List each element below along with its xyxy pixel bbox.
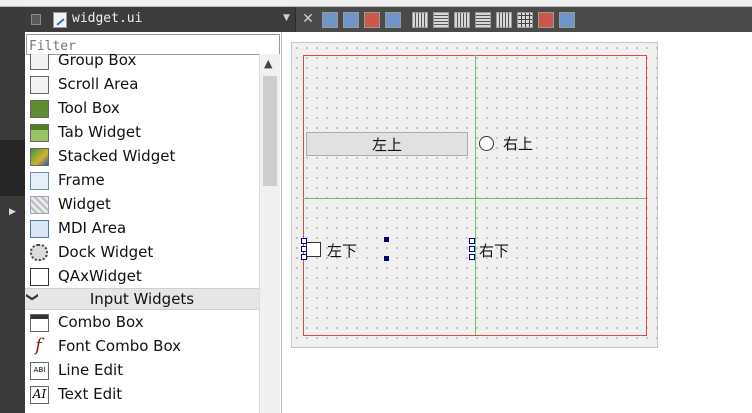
category-label: Input Widgets [89,290,195,308]
frame-icon [30,172,49,190]
list-item-qaxwidget[interactable]: QAxWidget [25,265,259,289]
scroll-area-icon [30,76,49,94]
filter-input[interactable] [27,38,271,55]
list-item-text-edit[interactable]: AI Text Edit [25,383,259,407]
qaxwidget-icon [30,268,49,286]
list-item-line-edit[interactable]: ABI Line Edit [25,359,259,383]
adjust-size-icon[interactable] [559,12,575,28]
edit-tab-order-icon[interactable] [385,12,401,28]
selection-handle[interactable] [301,254,307,260]
line-edit-icon: ABI [30,362,49,380]
layout-grid-icon[interactable] [517,12,533,28]
selection-handle[interactable] [469,254,475,260]
form-canvas[interactable]: 左上 右上 左下 右下 [291,42,658,348]
group-box-icon [30,54,49,70]
label-bottom-right[interactable]: 右下 [479,240,509,261]
dock-widget-icon [30,244,48,261]
layout-horizontal-splitter-icon[interactable] [454,12,470,28]
edit-signals-slots-icon[interactable] [343,12,359,28]
checkbox-label: 左下 [327,242,358,260]
list-item-label: QAxWidget [58,267,142,285]
list-item-label: Line Edit [58,361,124,379]
scroll-up-icon[interactable]: ▲ [264,57,272,70]
mode-sidebar-selected[interactable] [0,140,25,196]
stacked-widget-icon [30,148,49,166]
edit-buddies-icon[interactable] [364,12,380,28]
layout-form-icon[interactable] [496,12,512,28]
list-item-label: Tab Widget [58,123,141,141]
selection-handle[interactable] [469,246,475,252]
layout-vertical-splitter-icon[interactable] [475,12,491,28]
list-item-label: Text Edit [58,385,123,403]
selection-handle[interactable] [384,256,389,261]
layout-divider-horizontal [303,198,646,199]
menu-bar [0,0,752,7]
list-item-label: Frame [58,171,105,189]
selection-handle[interactable] [301,238,307,244]
list-item-dock-widget[interactable]: Dock Widget [25,241,259,265]
push-button-top-left[interactable]: 左上 [306,132,468,156]
widget-icon [30,196,49,214]
selection-handle[interactable] [301,246,307,252]
tab-title: widget.ui [72,11,143,26]
filter-field[interactable] [26,34,280,55]
list-item-mdi-area[interactable]: MDI Area [25,217,259,241]
list-item-font-combo-box[interactable]: f Font Combo Box [25,335,259,359]
edit-widgets-icon[interactable] [322,12,338,28]
list-item-scroll-area[interactable]: Scroll Area [25,73,259,97]
widget-list: Group Box Scroll Area Tool Box Tab Widge… [25,54,259,413]
list-item-label: Stacked Widget [58,147,176,165]
list-item-label: Group Box [58,54,137,69]
list-item-label: MDI Area [58,219,127,237]
category-input-widgets[interactable]: ❯ Input Widgets [25,288,259,310]
list-item-label: Tool Box [58,99,120,117]
widget-box-panel: Group Box Scroll Area Tool Box Tab Widge… [25,32,282,413]
sidebar-expand-arrow-icon[interactable]: ▶ [9,207,16,217]
ui-file-icon [53,12,67,28]
list-item-tool-box[interactable]: Tool Box [25,97,259,121]
list-item-label: Widget [58,195,111,213]
checkbox-bottom-left[interactable] [306,242,321,257]
close-document-icon[interactable]: ✕ [301,11,315,27]
list-item-label: Font Combo Box [58,337,182,355]
list-item-tab-widget[interactable]: Tab Widget [25,121,259,145]
list-item-widget[interactable]: Widget [25,193,259,217]
text-edit-icon: AI [30,386,49,404]
font-combo-box-icon: f [30,337,47,355]
tab-dropdown-icon[interactable]: ▼ [283,13,290,23]
selection-handle[interactable] [384,237,389,242]
radio-label: 右上 [503,135,534,153]
layout-divider-vertical [475,55,476,335]
radio-button-top-right[interactable] [479,136,494,151]
list-item-frame[interactable]: Frame [25,169,259,193]
layout-vertically-icon[interactable] [433,12,449,28]
tab-widget-ui[interactable]: widget.ui ▼ [25,7,296,32]
tool-box-icon [30,100,49,118]
lock-icon [31,14,41,25]
editor-tab-bar: widget.ui ▼ ✕ [25,7,752,32]
list-item-label: Combo Box [58,313,144,331]
combo-box-icon [30,314,49,332]
layout-horizontally-icon[interactable] [412,12,428,28]
break-layout-icon[interactable] [538,12,554,28]
selection-handle[interactable] [469,238,475,244]
mode-sidebar: ▶ [0,7,25,413]
widget-list-scrollbar[interactable]: ▲ [259,54,280,413]
tab-widget-icon [30,124,49,142]
list-item-combo-box[interactable]: Combo Box [25,311,259,335]
list-item-stacked-widget[interactable]: Stacked Widget [25,145,259,169]
list-item-group-box[interactable]: Group Box [25,54,259,73]
mdi-area-icon [30,220,49,238]
form-editor-area: 左上 右上 左下 右下 [282,32,752,413]
scrollbar-thumb[interactable] [263,76,277,186]
list-item-label: Dock Widget [58,243,154,261]
list-item-label: Scroll Area [58,75,139,93]
